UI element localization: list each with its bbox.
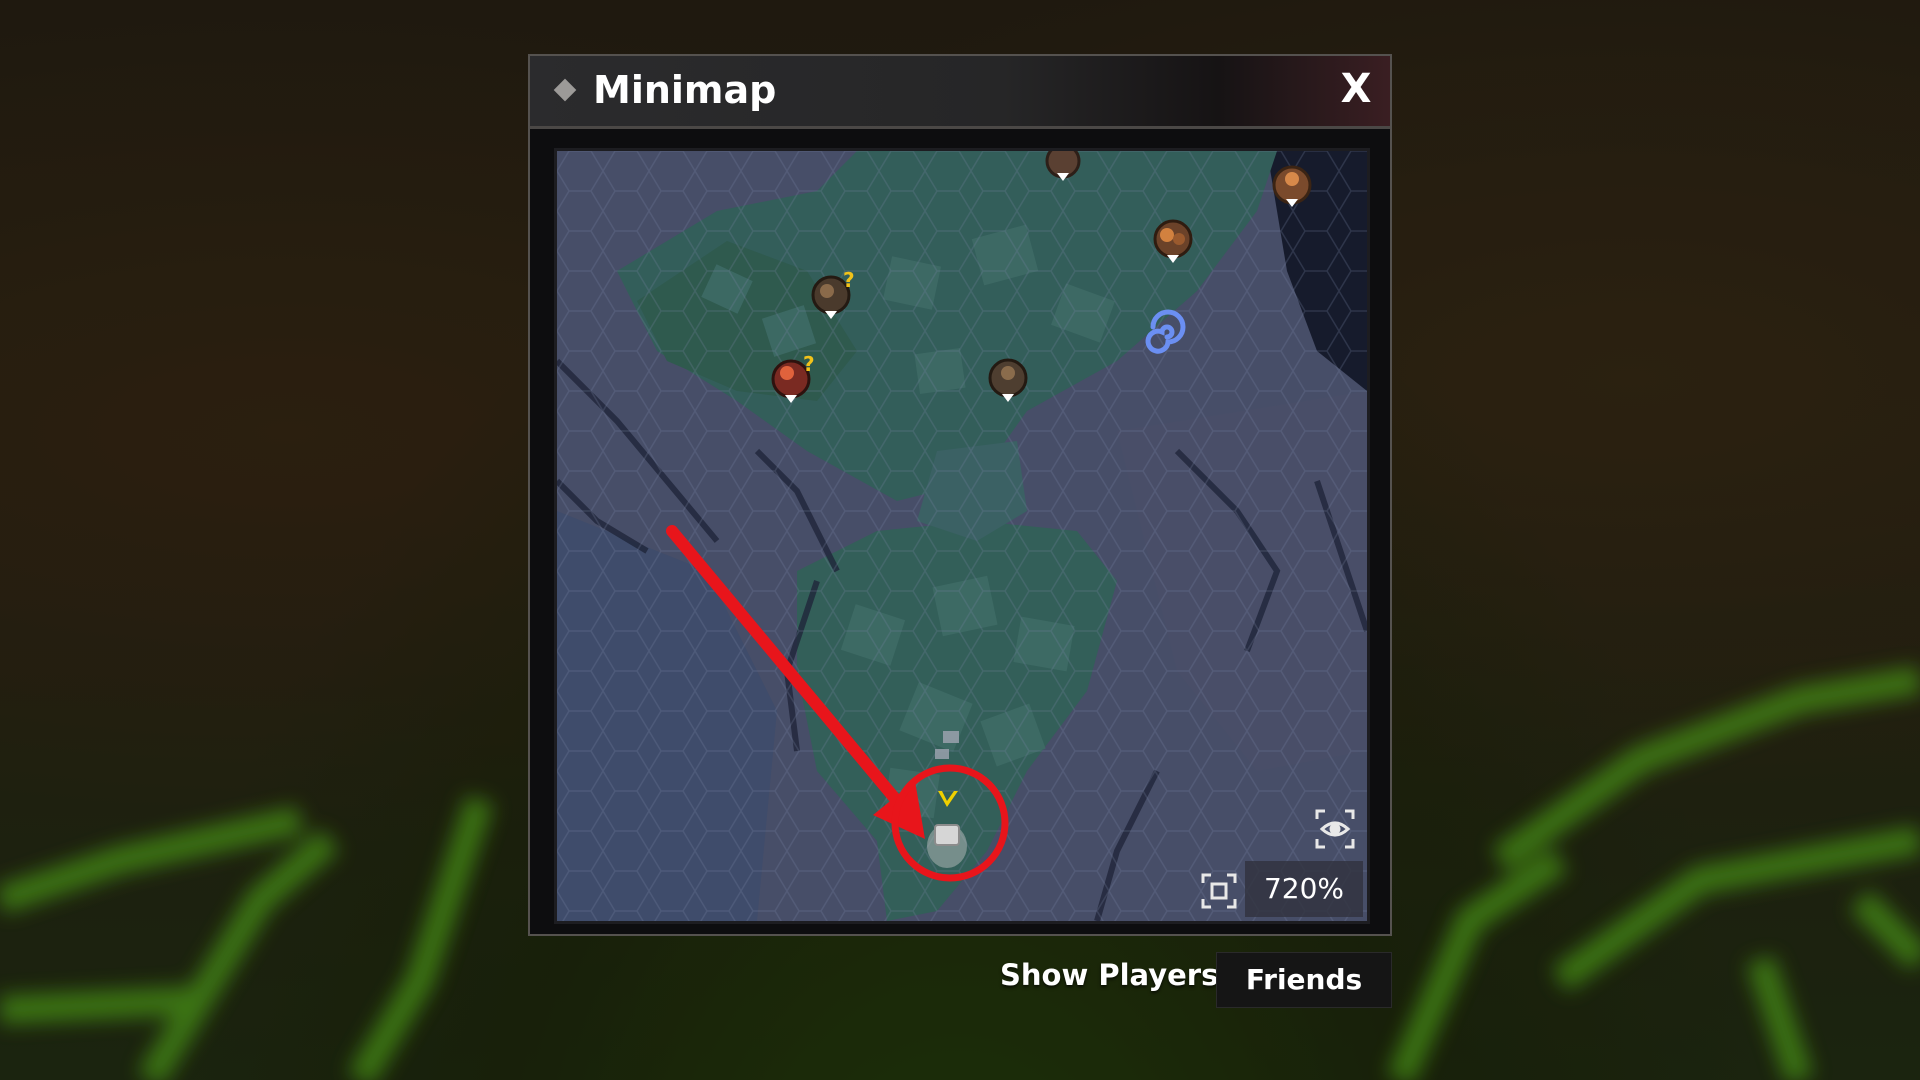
show-players-label: Show Players: — [1000, 958, 1230, 992]
zoom-level-label: 720% — [1245, 861, 1363, 917]
minimap-terrain[interactable]: ? ? — [557, 151, 1367, 921]
minimap-view[interactable]: ? ? 720% — [554, 148, 1370, 924]
minimap-panel: Minimap X ? ? 720% — [528, 54, 1392, 936]
show-players-dropdown[interactable]: Friends — [1216, 952, 1392, 1008]
svg-text:?: ? — [803, 352, 815, 376]
minimap-title: Minimap — [593, 68, 777, 112]
eye-target-icon[interactable] — [1313, 807, 1357, 851]
minimap-titlebar[interactable]: Minimap X — [530, 56, 1390, 129]
close-button[interactable]: X — [1338, 66, 1374, 112]
svg-text:?: ? — [843, 268, 855, 292]
diamond-icon — [553, 78, 577, 102]
focus-frame-icon[interactable] — [1197, 869, 1241, 913]
